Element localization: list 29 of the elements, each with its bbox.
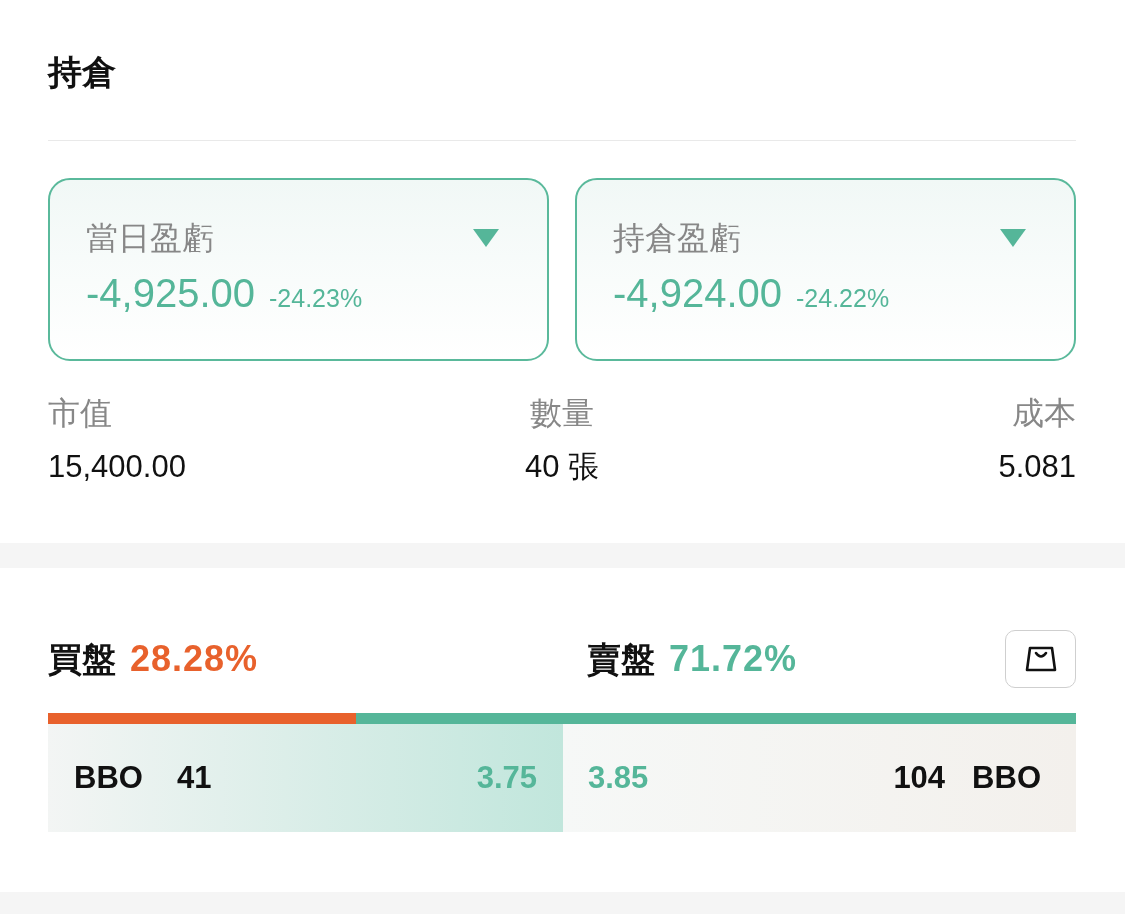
bid-price: 3.75 [476, 759, 537, 797]
caret-icon [473, 229, 499, 247]
pnl-value: -4,925.00 [86, 270, 256, 317]
stat-value: 15,400.00 [48, 448, 186, 486]
pnl-percent: -24.22% [796, 283, 890, 313]
section-title: 持倉 [48, 52, 116, 92]
pnl-label: 當日盈虧 [86, 219, 214, 258]
bbo-tag: BBO [74, 758, 143, 798]
caret-icon [1000, 229, 1026, 247]
bid-percent: 28.28% [130, 639, 259, 679]
ask-price: 3.85 [588, 759, 649, 797]
bbo-tag: BBO [972, 758, 1041, 798]
ask-percent: 71.72% [669, 639, 798, 679]
ask-label: 賣盤 [587, 639, 655, 679]
shopping-bag-button[interactable] [1005, 630, 1076, 688]
shopping-bag-icon [1024, 646, 1057, 672]
pnl-value: -4,924.00 [613, 270, 783, 317]
stat-value: 5.081 [998, 448, 1076, 486]
bid-volume: 41 [176, 759, 212, 797]
stat-label: 數量 [530, 394, 594, 433]
stat-value: 40 張 [524, 448, 600, 486]
pnl-card[interactable]: 持倉盈虧 -4,924.00 -24.22% [575, 178, 1076, 361]
pnl-percent: -24.23% [269, 283, 363, 313]
bid-label: 買盤 [48, 639, 116, 679]
stat-label: 成本 [1012, 394, 1076, 433]
stat-label: 市值 [48, 394, 112, 433]
pnl-card[interactable]: 當日盈虧 -4,925.00 -24.23% [48, 178, 549, 361]
ask-volume: 104 [893, 759, 946, 797]
pnl-label: 持倉盈虧 [613, 219, 741, 258]
